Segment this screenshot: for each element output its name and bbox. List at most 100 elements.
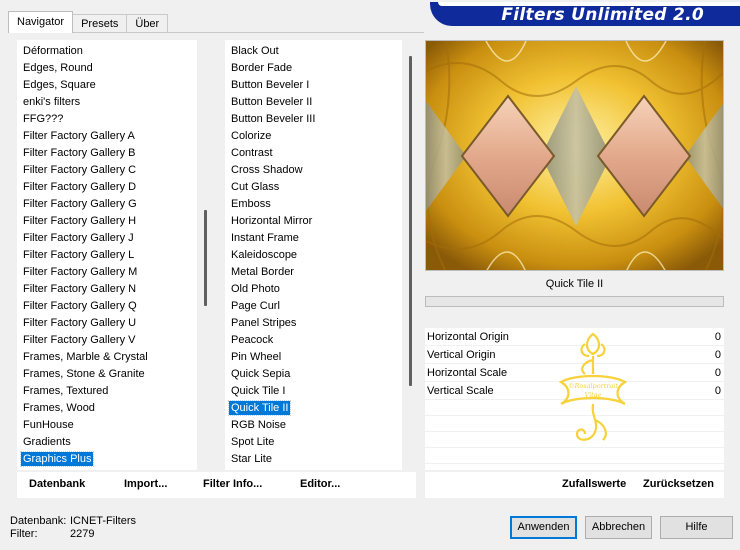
filter-item-label: Quick Tile I [231, 385, 286, 397]
param-row-empty [425, 464, 724, 470]
category-item[interactable]: Filter Factory Gallery D [17, 179, 197, 196]
filter-item[interactable]: Black Out [225, 43, 402, 60]
category-scroll-thumb[interactable] [204, 210, 207, 306]
filter-item[interactable]: Quick Sepia [225, 366, 402, 383]
category-item[interactable]: Graphics Plus [17, 451, 197, 468]
category-item-label: FunHouse [23, 419, 74, 431]
filter-item[interactable]: Cut Glass [225, 179, 402, 196]
filter-item[interactable]: Spot Lite [225, 434, 402, 451]
import-button[interactable]: Import... [124, 478, 167, 490]
filter-item[interactable]: Button Beveler III [225, 111, 402, 128]
filter-item-label: Colorize [231, 130, 272, 142]
filter-item[interactable]: Instant Frame [225, 230, 402, 247]
category-item[interactable]: Filter Factory Gallery H [17, 213, 197, 230]
filter-item-label: Cross Shadow [231, 164, 303, 176]
cancel-button[interactable]: Abbrechen [585, 516, 652, 539]
filter-item-label: Black Out [231, 45, 279, 57]
category-list[interactable]: Déformation Edges, Round Edges, Square enki… [17, 40, 197, 470]
category-item[interactable]: Déformation [17, 43, 197, 60]
filter-item[interactable]: Star Lite [225, 451, 402, 468]
watermark-text-line1: ©Rosalportrait [568, 382, 618, 390]
status-filter-label: Filter: [10, 528, 38, 540]
category-item[interactable]: Frames, Textured [17, 383, 197, 400]
filter-item[interactable]: Button Beveler II [225, 94, 402, 111]
filter-item-label: Pin Wheel [231, 351, 282, 363]
filter-item[interactable]: Metal Border [225, 264, 402, 281]
tab-bar: Navigator Presets Über [8, 11, 169, 33]
tab-ueber[interactable]: Über [126, 14, 169, 33]
category-item[interactable]: Frames, Wood [17, 400, 197, 417]
filter-list[interactable]: Black Out Border Fade Button Beveler I Butt… [225, 40, 402, 470]
filter-item-label: Instant Frame [231, 232, 299, 244]
filter-item[interactable]: Panel Stripes [225, 315, 402, 332]
category-item[interactable]: Frames, Marble & Crystal [17, 349, 197, 366]
category-list-scrollbar[interactable] [197, 40, 214, 470]
category-item[interactable]: Filter Factory Gallery N [17, 281, 197, 298]
category-item[interactable]: FunHouse [17, 417, 197, 434]
zufallswerte-button[interactable]: Zufallswerte [562, 478, 626, 490]
category-item[interactable]: Gradients [17, 434, 197, 451]
category-item-label: Filter Factory Gallery U [23, 317, 137, 329]
category-item[interactable]: Filter Factory Gallery U [17, 315, 197, 332]
tab-navigator[interactable]: Navigator [8, 11, 74, 33]
filter-item-label: Spot Lite [231, 436, 275, 448]
category-item-label: Filter Factory Gallery J [23, 232, 134, 244]
param-value: 0 [714, 367, 721, 379]
category-item[interactable]: FFG??? [17, 111, 197, 128]
category-item-label: Filter Factory Gallery M [23, 266, 138, 278]
param-value: 0 [714, 331, 721, 343]
filter-item-label: Button Beveler II [231, 96, 313, 108]
category-item[interactable]: enki's filters [17, 94, 197, 111]
category-item[interactable]: Filter Factory Gallery V [17, 332, 197, 349]
category-item[interactable]: Filter Factory Gallery A [17, 128, 197, 145]
category-item-label: Filter Factory Gallery Q [23, 300, 137, 312]
app-banner: Filters Unlimited 2.0 [430, 2, 740, 26]
category-item-label: Edges, Round [23, 62, 93, 74]
filter-item[interactable]: Colorize [225, 128, 402, 145]
category-item[interactable]: Filter Factory Gallery C [17, 162, 197, 179]
datenbank-button[interactable]: Datenbank [29, 478, 85, 490]
filter-item-label: Panel Stripes [231, 317, 297, 329]
help-button[interactable]: Hilfe [660, 516, 733, 539]
category-item[interactable]: Edges, Square [17, 77, 197, 94]
tab-presets[interactable]: Presets [72, 14, 128, 33]
filter-item[interactable]: Pin Wheel [225, 349, 402, 366]
filter-item[interactable]: Cross Shadow [225, 162, 402, 179]
filter-item[interactable]: Emboss [225, 196, 402, 213]
filter-item-label: Old Photo [231, 283, 280, 295]
filter-item[interactable]: Quick Tile I [225, 383, 402, 400]
category-item[interactable]: Frames, Stone & Granite [17, 366, 197, 383]
filter-item[interactable]: Contrast [225, 145, 402, 162]
category-item-label: Frames, Marble & Crystal [23, 351, 148, 363]
filter-info-button[interactable]: Filter Info... [203, 478, 262, 490]
filter-item[interactable]: Page Curl [225, 298, 402, 315]
filter-item[interactable]: Peacock [225, 332, 402, 349]
filter-item[interactable]: Horizontal Mirror [225, 213, 402, 230]
category-item[interactable]: Filter Factory Gallery J [17, 230, 197, 247]
filter-item[interactable]: Kaleidoscope [225, 247, 402, 264]
filter-item[interactable]: Button Beveler I [225, 77, 402, 94]
category-item[interactable]: Edges, Round [17, 60, 197, 77]
category-item-label: Frames, Wood [23, 402, 95, 414]
preview-image [425, 40, 724, 271]
zuruecksetzen-button[interactable]: Zurücksetzen [643, 478, 714, 490]
apply-button[interactable]: Anwenden [510, 516, 577, 539]
param-label: Vertical Origin [427, 349, 496, 361]
filter-scroll-thumb[interactable] [409, 56, 412, 386]
filter-item-label: Cut Glass [231, 181, 280, 193]
filter-item-label: Quick Sepia [231, 368, 291, 380]
editor-button[interactable]: Editor... [300, 478, 340, 490]
param-label: Vertical Scale [427, 385, 494, 397]
category-item[interactable]: Filter Factory Gallery L [17, 247, 197, 264]
filter-item[interactable]: Quick Tile II [225, 400, 402, 417]
category-item[interactable]: Filter Factory Gallery B [17, 145, 197, 162]
category-item[interactable]: Filter Factory Gallery M [17, 264, 197, 281]
category-item[interactable]: Filter Factory Gallery Q [17, 298, 197, 315]
category-item[interactable]: Filter Factory Gallery G [17, 196, 197, 213]
param-value: 0 [714, 385, 721, 397]
filter-item[interactable]: Border Fade [225, 60, 402, 77]
param-label: Horizontal Origin [427, 331, 509, 343]
filter-item[interactable]: RGB Noise [225, 417, 402, 434]
filter-list-scrollbar[interactable] [402, 40, 419, 470]
filter-item[interactable]: Old Photo [225, 281, 402, 298]
